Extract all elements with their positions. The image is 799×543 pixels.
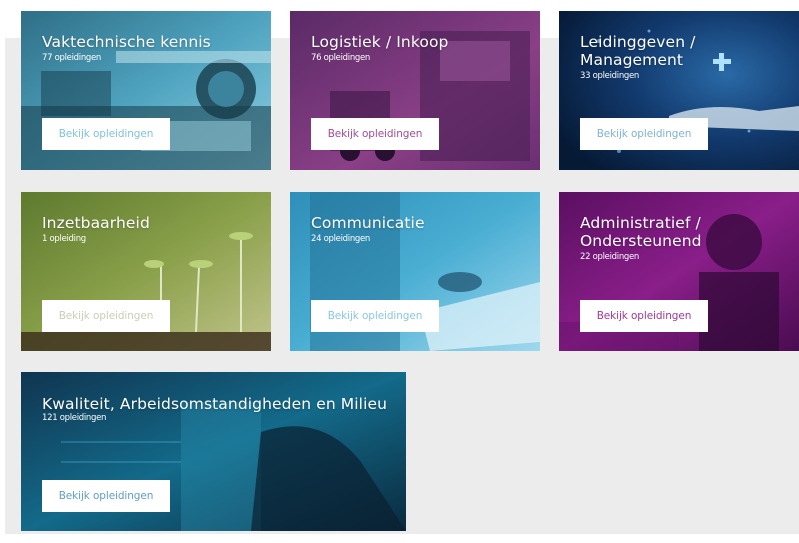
card-title: Leidinggeven / Management xyxy=(580,33,696,69)
card-count: 76 opleidingen xyxy=(311,53,371,63)
card-title: Kwaliteit, Arbeidsomstandigheden en Mili… xyxy=(42,395,388,413)
card-title: Vaktechnische kennis xyxy=(42,33,211,51)
view-courses-button[interactable]: Bekijk opleidingen xyxy=(42,480,170,512)
card-count: 24 opleidingen xyxy=(311,234,371,244)
card-count: 1 opleiding xyxy=(42,234,86,244)
view-courses-button[interactable]: Bekijk opleidingen xyxy=(311,118,439,150)
card-count: 77 opleidingen xyxy=(42,53,102,63)
category-card-leidinggeven-management[interactable]: Leidinggeven / Management 33 opleidingen… xyxy=(559,11,799,170)
card-count: 22 opleidingen xyxy=(580,252,640,262)
card-title: Logistiek / Inkoop xyxy=(311,33,449,51)
card-title: Administratief / Ondersteunend xyxy=(580,214,702,250)
card-title: Communicatie xyxy=(311,214,425,232)
card-count: 33 opleidingen xyxy=(580,71,640,81)
view-courses-button[interactable]: Bekijk opleidingen xyxy=(42,300,170,332)
category-card-logistiek-inkoop[interactable]: Logistiek / Inkoop 76 opleidingen Bekijk… xyxy=(290,11,540,170)
view-courses-button[interactable]: Bekijk opleidingen xyxy=(580,118,708,150)
view-courses-button[interactable]: Bekijk opleidingen xyxy=(42,118,170,150)
category-card-vaktechnische-kennis[interactable]: Vaktechnische kennis 77 opleidingen Beki… xyxy=(21,11,271,170)
card-count: 121 opleidingen xyxy=(42,413,107,423)
category-card-administratief-ondersteunend[interactable]: Administratief / Ondersteunend 22 opleid… xyxy=(559,192,799,351)
view-courses-button[interactable]: Bekijk opleidingen xyxy=(311,300,439,332)
card-title: Inzetbaarheid xyxy=(42,214,150,232)
category-card-communicatie[interactable]: Communicatie 24 opleidingen Bekijk oplei… xyxy=(290,192,540,351)
category-card-kwaliteit-arbo-milieu[interactable]: Kwaliteit, Arbeidsomstandigheden en Mili… xyxy=(21,372,406,531)
category-card-inzetbaarheid[interactable]: Inzetbaarheid 1 opleiding Bekijk opleidi… xyxy=(21,192,271,351)
view-courses-button[interactable]: Bekijk opleidingen xyxy=(580,300,708,332)
